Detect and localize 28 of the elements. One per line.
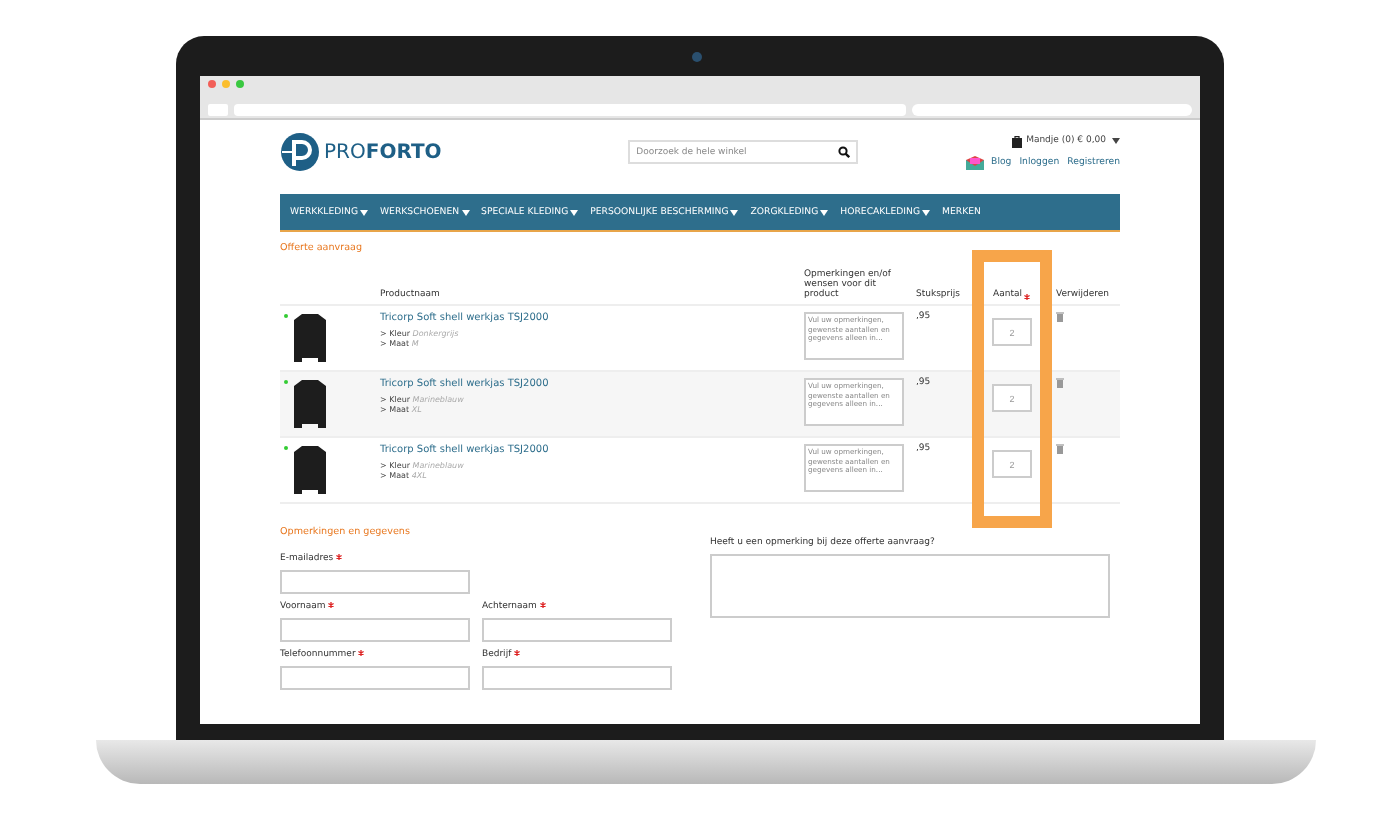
jacket-photo-placeholder	[292, 312, 328, 364]
logo-text[interactable]: PROFORTO	[324, 141, 442, 163]
caret-icon	[820, 209, 829, 215]
caret-icon	[360, 209, 369, 215]
jacket-photo-placeholder	[292, 378, 328, 430]
back-forward-buttons[interactable]	[208, 103, 228, 115]
caret-icon	[730, 209, 739, 215]
input-field[interactable]	[280, 618, 470, 642]
trash-icon[interactable]	[1056, 378, 1064, 388]
camera-icon	[692, 52, 702, 62]
remark-field[interactable]	[710, 554, 1110, 618]
jacket-photo-placeholder	[292, 444, 328, 496]
caret-icon	[570, 209, 579, 215]
envelope-icon[interactable]	[965, 155, 984, 169]
bag-icon	[1012, 135, 1023, 147]
input-field[interactable]	[280, 666, 470, 690]
trash-icon[interactable]	[1056, 312, 1064, 322]
input-field[interactable]	[482, 618, 672, 642]
logo-icon	[280, 132, 320, 172]
browser-search-field[interactable]	[912, 103, 1192, 115]
input-field[interactable]	[280, 570, 470, 594]
caret-icon	[922, 209, 931, 215]
input-field[interactable]	[482, 666, 672, 690]
caret-icon	[1111, 138, 1120, 144]
trash-icon[interactable]	[1056, 444, 1064, 454]
search-icon[interactable]	[838, 146, 851, 158]
caret-icon	[461, 209, 470, 215]
address-bar[interactable]	[234, 103, 906, 115]
